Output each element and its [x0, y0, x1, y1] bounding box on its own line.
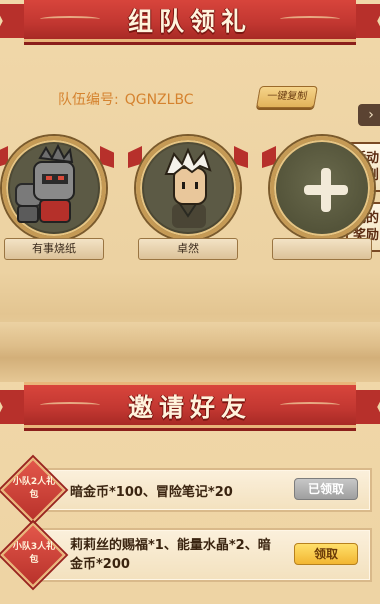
- add-member-icon[interactable]: [304, 168, 348, 212]
- page-title: 组队领礼: [127, 7, 252, 36]
- team-gift-page: 组队领礼 队伍编号:QGNZLBC 一键复制 › 活动规则 我的奖励 有事烧纸: [0, 0, 380, 604]
- section-divider: [0, 322, 380, 382]
- copy-team-id-button[interactable]: 一键复制: [256, 86, 318, 108]
- avatar-frame: [2, 136, 106, 240]
- team-id-value: QGNZLBC: [124, 92, 194, 108]
- reward-description: 莉莉丝的赐福*1、能量水晶*2、暗金币*200: [70, 538, 271, 572]
- member-name: 有事烧纸: [4, 238, 104, 260]
- reward-badge-label: 小队2人礼包: [12, 477, 56, 500]
- member-name: [272, 238, 372, 260]
- reward-description: 暗金币*100、冒险笔记*20: [70, 485, 233, 500]
- character-avatar-icon: [144, 144, 232, 232]
- invite-title: 邀请好友: [127, 393, 252, 422]
- knight-avatar-icon: [10, 144, 98, 232]
- team-member-slot[interactable]: 有事烧纸: [2, 136, 114, 262]
- claimed-button[interactable]: 已领取: [294, 478, 358, 500]
- empty-member-slot[interactable]: [270, 136, 374, 262]
- team-member-slot[interactable]: 卓然: [136, 136, 248, 262]
- avatar-frame: [270, 136, 374, 240]
- reward-row: 小队3人礼包 莉莉丝的赐福*1、能量水晶*2、暗金币*200 领取: [0, 522, 372, 588]
- reward-badge-label: 小队3人礼包: [12, 542, 56, 565]
- invite-ribbon: 邀请好友: [0, 382, 380, 432]
- team-id: 队伍编号: QGNZLBC: [58, 89, 194, 109]
- reward-row: 小队2人礼包 暗金币*100、冒险笔记*20 已领取: [0, 457, 372, 523]
- team-id-label: 队伍编号:: [58, 92, 119, 108]
- member-name: 卓然: [138, 238, 238, 260]
- claim-button[interactable]: 领取: [294, 543, 358, 565]
- avatar-frame: [136, 136, 240, 240]
- title-ribbon: 组队领礼: [0, 0, 380, 46]
- collapse-arrow-icon[interactable]: ›: [358, 104, 380, 126]
